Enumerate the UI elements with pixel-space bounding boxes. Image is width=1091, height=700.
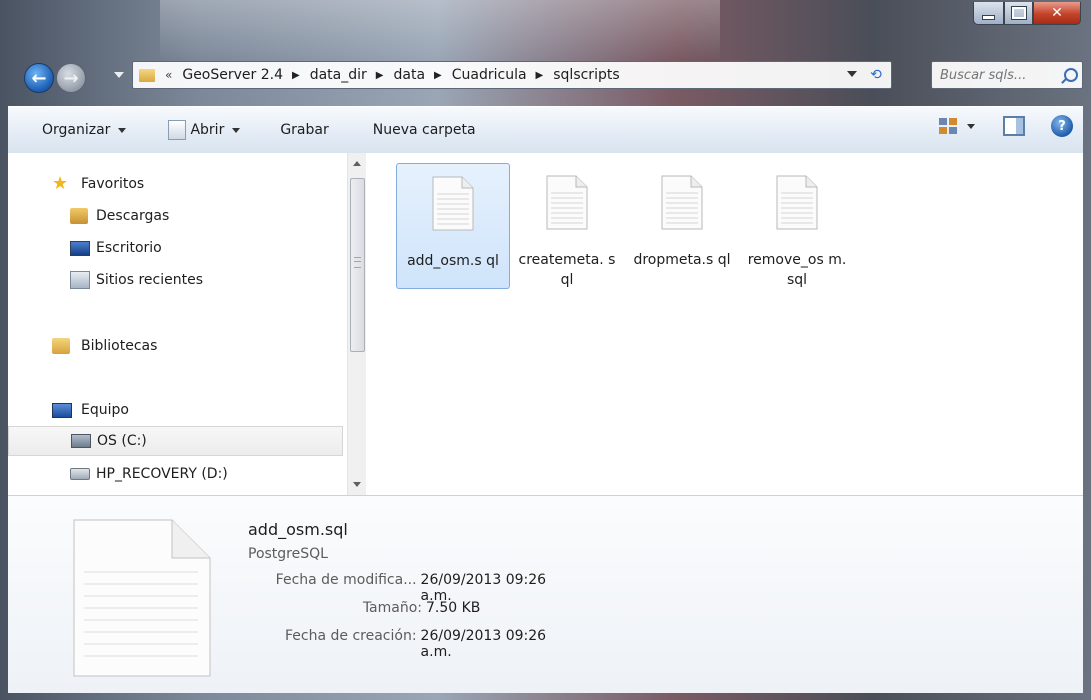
desktop-icon [70, 240, 90, 256]
burn-button[interactable]: Grabar [272, 115, 336, 145]
document-icon [661, 175, 703, 230]
drive-icon [70, 468, 90, 480]
details-pane: add_osm.sql PostgreSQL Fecha de modifica… [8, 495, 1083, 693]
command-bar: Organizar Abrir Grabar Nueva carpeta ? [8, 106, 1083, 154]
nav-item-downloads[interactable]: Descargas [8, 201, 346, 231]
star-icon: ★ [52, 173, 69, 194]
file-name: remove_os m.sql [747, 252, 847, 288]
breadcrumb-overflow[interactable]: « [165, 68, 172, 82]
details-created-row: Fecha de creación: 26/09/2013 09:26 a.m. [178, 628, 578, 660]
new-folder-button[interactable]: Nueva carpeta [365, 115, 484, 145]
forward-button[interactable]: → [56, 63, 86, 93]
search-input[interactable] [938, 66, 1060, 84]
maximize-button[interactable] [1004, 2, 1033, 25]
close-button[interactable]: ✕ [1033, 2, 1081, 25]
document-icon [546, 175, 588, 230]
file-item[interactable]: remove_os m.sql [741, 163, 853, 288]
organize-button[interactable]: Organizar [34, 115, 134, 145]
file-item[interactable]: dropmeta.s ql [626, 163, 738, 287]
view-dropdown-icon[interactable] [967, 123, 975, 129]
details-size-row: Tamaño: 7.50 KB [178, 600, 578, 616]
breadcrumb-arrow-icon[interactable]: ▶ [292, 70, 300, 81]
created-label: Fecha de creación: [285, 628, 417, 644]
nav-item-drive-c[interactable]: OS (C:) [8, 426, 343, 456]
document-icon [168, 120, 187, 140]
minimize-icon [982, 14, 995, 20]
drive-icon [71, 434, 91, 448]
recent-pages-chevron-icon[interactable] [114, 72, 124, 78]
file-item[interactable]: add_osm.s ql [396, 163, 510, 289]
dropdown-caret-icon [232, 127, 241, 133]
minimize-button[interactable] [973, 2, 1004, 25]
nav-item-desktop[interactable]: Escritorio [8, 233, 346, 263]
grip-icon [354, 257, 361, 268]
forward-arrow-icon: → [63, 67, 79, 89]
scroll-down-arrow-icon[interactable] [353, 482, 361, 487]
recent-places-icon [70, 271, 90, 289]
breadcrumb-arrow-icon[interactable]: ▶ [434, 70, 442, 81]
file-name: dropmeta.s ql [633, 252, 731, 268]
nav-scrollbar[interactable] [347, 153, 366, 495]
breadcrumb-item[interactable]: data_dir ▶ [310, 67, 384, 83]
file-list: add_osm.s ql createmeta. sql dropmeta.s … [366, 153, 1083, 495]
nav-item-drive-d[interactable]: HP_RECOVERY (D:) [8, 459, 346, 489]
close-icon: ✕ [1051, 5, 1063, 21]
file-item[interactable]: createmeta. sql [511, 163, 623, 288]
preview-pane-icon[interactable] [1003, 116, 1025, 136]
back-arrow-icon: ← [31, 67, 47, 89]
address-dropdown-icon[interactable] [847, 71, 857, 77]
breadcrumb-item[interactable]: GeoServer 2.4 ▶ [182, 67, 299, 83]
breadcrumb-item[interactable]: sqlscripts [553, 67, 619, 83]
document-icon [776, 175, 818, 230]
nav-item-computer[interactable]: Equipo [8, 395, 346, 425]
window-frame: ✕ ← → « GeoServer 2.4 ▶ data_dir ▶ data ▶ C… [0, 0, 1091, 700]
toolbar-right-controls: ? [939, 115, 1073, 137]
file-name: createmeta. sql [518, 252, 616, 288]
help-icon[interactable]: ? [1051, 115, 1073, 137]
navigation-pane: ★ Favoritos Descargas Escritorio Sitios … [8, 153, 347, 495]
folder-icon [139, 68, 155, 82]
maximize-icon [1010, 6, 1027, 20]
caption-buttons: ✕ [973, 2, 1081, 25]
nav-item-libraries[interactable]: Bibliotecas [8, 331, 346, 361]
details-file-type: PostgreSQL [248, 546, 328, 562]
details-file-name: add_osm.sql [248, 520, 348, 539]
scroll-up-arrow-icon[interactable] [353, 161, 361, 166]
address-bar[interactable]: « GeoServer 2.4 ▶ data_dir ▶ data ▶ Cuadric… [132, 61, 892, 89]
file-name: add_osm.s ql [407, 253, 499, 269]
size-value: 7.50 KB [426, 600, 481, 616]
change-view-icon[interactable] [939, 118, 957, 134]
nav-item-favorites[interactable]: ★ Favoritos [8, 169, 346, 199]
refresh-icon[interactable]: ⟲ [865, 65, 887, 85]
computer-icon [52, 402, 72, 418]
back-button[interactable]: ← [24, 63, 54, 93]
dropdown-caret-icon [118, 127, 127, 133]
nav-item-recent-places[interactable]: Sitios recientes [8, 265, 346, 295]
navigation-row: ← → « GeoServer 2.4 ▶ data_dir ▶ data ▶ Cua… [22, 58, 1083, 94]
breadcrumb-arrow-icon[interactable]: ▶ [376, 70, 384, 81]
downloads-folder-icon [70, 208, 88, 224]
created-value: 26/09/2013 09:26 a.m. [420, 628, 547, 660]
search-icon[interactable] [1064, 68, 1078, 82]
search-box[interactable] [931, 61, 1083, 89]
breadcrumb-arrow-icon[interactable]: ▶ [536, 70, 544, 81]
breadcrumb-item[interactable]: data ▶ [393, 67, 441, 83]
size-label: Tamaño: [362, 600, 422, 616]
scrollbar-thumb[interactable] [350, 178, 365, 352]
glass-decoration [160, 0, 720, 60]
open-button[interactable]: Abrir [160, 115, 248, 145]
libraries-icon [52, 338, 70, 354]
document-icon [432, 176, 474, 231]
breadcrumb-item[interactable]: Cuadricula ▶ [452, 67, 544, 83]
